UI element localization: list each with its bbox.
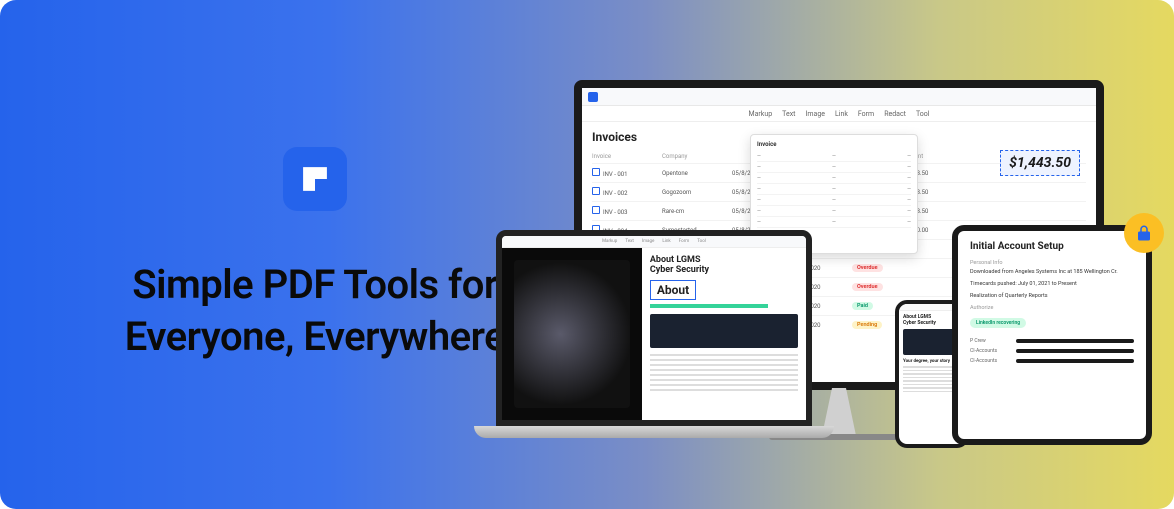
tool-text[interactable]: Text [782,110,795,118]
headline: Simple PDF Tools for Everyone, Everywher… [90,259,540,363]
app-logo-small [588,92,598,102]
form-row: CI-Accounts [970,358,1134,364]
section-label: Authorize [970,305,1134,311]
info-line: Timecards pushed: July 01, 2021 to Prese… [970,281,1134,287]
laptop-toolbar: MarkupTextImageLinkFormTool [502,236,806,248]
body-text [650,354,798,391]
amount-callout: $1,443.50 [1000,150,1080,176]
about-box[interactable]: About [650,280,696,300]
tool-link[interactable]: Link [835,110,848,118]
tablet-title: Initial Account Setup [970,241,1134,252]
app-logo [283,147,347,211]
tool-form[interactable]: Form [858,110,874,118]
highlight [650,304,769,308]
tool-redact[interactable]: Redact [884,110,906,118]
form-row: CI-Accounts [970,348,1134,354]
info-line: Realization of Quarterly Reports [970,293,1134,299]
tool-markup[interactable]: Markup [749,110,773,118]
lock-icon [1124,213,1164,253]
tablet: Initial Account Setup Personal Info Down… [952,225,1152,445]
device-showcase: Markup Text Image Link Form Redact Tool … [494,0,1174,509]
form-row: P Crew [970,338,1134,344]
tool-tool[interactable]: Tool [916,110,930,118]
doc-title: About LGMSCyber Security [650,256,798,276]
laptop: MarkupTextImageLinkFormTool About LGMSCy… [474,230,834,445]
info-line: Downloaded from Angeles Systems Inc at 1… [970,269,1134,275]
tool-image[interactable]: Image [805,110,825,118]
status-badge: LinkedIn recovering [970,318,1026,328]
hero-banner: Simple PDF Tools for Everyone, Everywher… [0,0,1174,509]
toolbar: Markup Text Image Link Form Redact Tool [582,106,1096,122]
section-label: Personal Info [970,260,1134,266]
code-preview [650,314,798,348]
laptop-image [502,248,642,420]
